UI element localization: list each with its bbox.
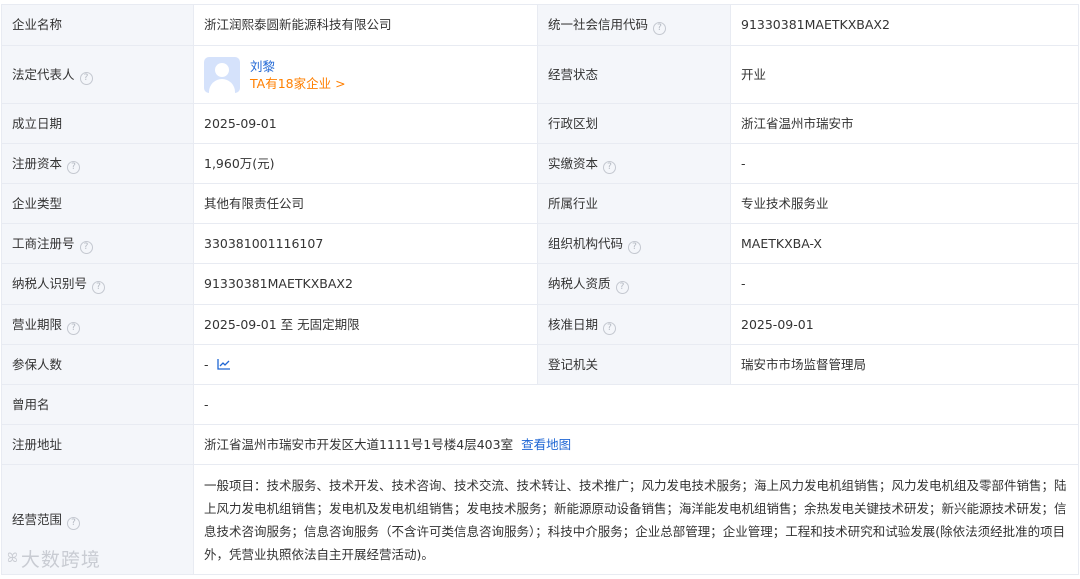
watermark-logo-icon: ꕤ: [7, 551, 19, 566]
org-code-value: MAETKXBA-X: [730, 223, 1079, 264]
registered-capital-value: 1,960万(元): [193, 143, 538, 184]
table-row: 注册资本? 1,960万(元) 实缴资本? -: [1, 143, 1079, 184]
paid-capital-label: 实缴资本?: [537, 143, 731, 184]
legal-rep-name-link[interactable]: 刘黎: [250, 59, 275, 74]
insured-count-text: -: [204, 356, 209, 372]
paid-capital-value: -: [730, 143, 1079, 184]
taxpayer-qual-value: -: [730, 263, 1079, 305]
table-row: 营业期限? 2025-09-01 至 无固定期限 核准日期? 2025-09-0…: [1, 304, 1079, 345]
table-row: 曾用名 -: [1, 384, 1079, 425]
registration-authority-value: 瑞安市市场监督管理局: [730, 344, 1079, 385]
legal-rep-person: 刘黎 TA有18家企业 >: [250, 58, 346, 92]
business-term-label: 营业期限?: [1, 304, 194, 345]
reg-number-value: 330381001116107: [193, 223, 538, 264]
help-icon[interactable]: ?: [67, 160, 81, 174]
help-icon[interactable]: ?: [628, 240, 642, 254]
help-icon[interactable]: ?: [67, 321, 81, 335]
legal-rep-label: 法定代表人?: [1, 45, 194, 104]
taxpayer-id-value: 91330381MAETKXBAX2: [193, 263, 538, 305]
watermark-text: 大数跨境: [20, 549, 101, 571]
org-code-label-text: 组织机构代码: [548, 235, 624, 251]
admin-region-label: 行政区划: [537, 103, 731, 144]
credit-code-label: 统一社会信用代码?: [537, 4, 731, 46]
help-icon[interactable]: ?: [79, 71, 93, 85]
former-name-label: 曾用名: [1, 384, 194, 425]
company-type-value: 其他有限责任公司: [193, 183, 538, 224]
approval-date-label-text: 核准日期: [548, 316, 599, 332]
table-row: 工商注册号? 330381001116107 组织机构代码? MAETKXBA-…: [1, 223, 1079, 264]
taxpayer-id-label-text: 纳税人识别号: [12, 276, 88, 291]
business-status-label: 经营状态: [537, 45, 731, 104]
registered-capital-label-text: 注册资本: [12, 155, 63, 171]
reg-number-label: 工商注册号?: [1, 223, 194, 264]
approval-date-label: 核准日期?: [537, 304, 731, 345]
watermark: ꕤ 大数跨境: [7, 545, 101, 572]
credit-code-value: 91330381MAETKXBAX2: [730, 4, 1079, 46]
help-icon[interactable]: ?: [79, 240, 93, 254]
founded-date-value: 2025-09-01: [193, 103, 538, 144]
help-icon[interactable]: ?: [67, 516, 81, 530]
table-row: 参保人数 - 登记机关 瑞安市市场监督管理局: [1, 344, 1079, 385]
table-row: 纳税人识别号? 91330381MAETKXBAX2 纳税人资质? -: [1, 263, 1079, 305]
company-type-label: 企业类型: [1, 183, 194, 224]
table-row: 经营范围? 一般项目：技术服务、技术开发、技术咨询、技术交流、技术转让、技术推广…: [1, 464, 1079, 575]
help-icon[interactable]: ?: [603, 321, 617, 335]
help-icon[interactable]: ?: [653, 22, 667, 35]
registration-authority-label: 登记机关: [537, 344, 731, 385]
registered-capital-label: 注册资本?: [1, 143, 194, 184]
industry-label: 所属行业: [537, 183, 731, 224]
credit-code-label-text: 统一社会信用代码: [548, 17, 649, 32]
legal-rep-label-text: 法定代表人: [12, 66, 75, 82]
business-status-value: 开业: [730, 45, 1079, 104]
industry-value: 专业技术服务业: [730, 183, 1079, 224]
help-icon[interactable]: ?: [603, 160, 617, 174]
registered-address-text: 浙江省温州市瑞安市开发区大道1111号1号楼4层403室: [204, 436, 514, 452]
admin-region-value: 浙江省温州市瑞安市: [730, 103, 1079, 144]
former-name-value: -: [193, 384, 1079, 425]
help-icon[interactable]: ?: [92, 281, 106, 294]
table-row: 企业名称 浙江润熙泰圆新能源科技有限公司 统一社会信用代码? 91330381M…: [1, 4, 1079, 46]
taxpayer-id-label: 纳税人识别号?: [1, 263, 194, 305]
org-code-label: 组织机构代码?: [537, 223, 731, 264]
insured-count-value: -: [193, 344, 538, 385]
table-row: 企业类型 其他有限责任公司 所属行业 专业技术服务业: [1, 183, 1079, 224]
company-info-table: 企业名称 浙江润熙泰圆新能源科技有限公司 统一社会信用代码? 91330381M…: [1, 4, 1079, 575]
business-term-label-text: 营业期限: [12, 316, 63, 332]
trend-chart-icon[interactable]: [216, 358, 231, 370]
reg-number-label-text: 工商注册号: [12, 235, 75, 251]
insured-count-label: 参保人数: [1, 344, 194, 385]
paid-capital-label-text: 实缴资本: [548, 155, 599, 171]
legal-rep-companies-link[interactable]: TA有18家企业 >: [250, 76, 346, 91]
company-name-label: 企业名称: [1, 4, 194, 46]
business-scope-label-text: 经营范围: [12, 511, 63, 527]
registered-address-label: 注册地址: [1, 424, 194, 465]
avatar[interactable]: [204, 56, 240, 93]
approval-date-value: 2025-09-01: [730, 304, 1079, 345]
taxpayer-qual-label: 纳税人资质?: [537, 263, 731, 305]
business-scope-value: 一般项目：技术服务、技术开发、技术咨询、技术交流、技术转让、技术推广；风力发电技…: [193, 464, 1079, 575]
taxpayer-qual-label-text: 纳税人资质: [548, 276, 611, 291]
help-icon[interactable]: ?: [615, 281, 629, 294]
table-row: 法定代表人? 刘黎 TA有18家企业 > 经营状态 开业: [1, 45, 1079, 104]
founded-date-label: 成立日期: [1, 103, 194, 144]
table-row: 成立日期 2025-09-01 行政区划 浙江省温州市瑞安市: [1, 103, 1079, 144]
table-row: 注册地址 浙江省温州市瑞安市开发区大道1111号1号楼4层403室 查看地图: [1, 424, 1079, 465]
company-name-value: 浙江润熙泰圆新能源科技有限公司: [193, 4, 538, 46]
legal-rep-value: 刘黎 TA有18家企业 >: [193, 45, 538, 104]
registered-address-value: 浙江省温州市瑞安市开发区大道1111号1号楼4层403室 查看地图: [193, 424, 1079, 465]
view-map-link[interactable]: 查看地图: [521, 437, 571, 452]
business-term-value: 2025-09-01 至 无固定期限: [193, 304, 538, 345]
